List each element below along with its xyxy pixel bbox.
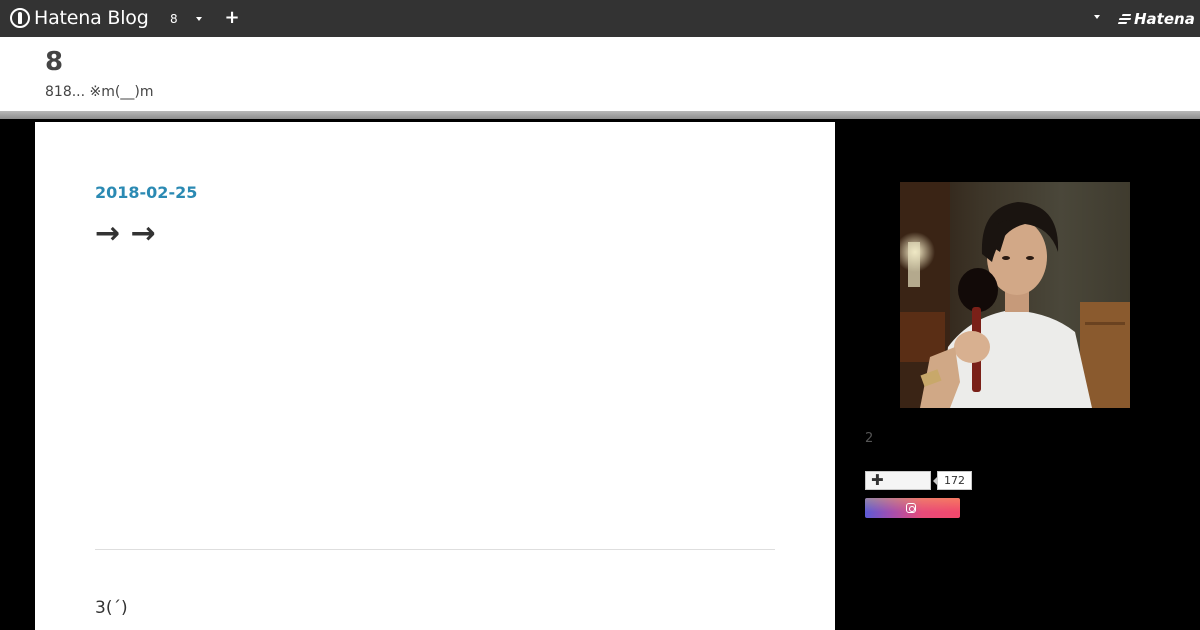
entry-title[interactable]: → → <box>95 214 156 254</box>
sidebar: 2 ✚ 172 <box>835 122 1200 630</box>
instagram-icon <box>906 503 916 513</box>
subscribe-button[interactable]: ✚ <box>865 471 931 490</box>
hatena-mark-icon <box>1117 13 1132 25</box>
entry-body-text: 3(´) <box>95 598 128 618</box>
blog-switcher-label: 8 <box>170 11 178 26</box>
subscriber-count: 172 <box>933 471 972 490</box>
new-post-button[interactable]: + <box>223 8 241 28</box>
profile-avatar[interactable] <box>900 182 1130 408</box>
blog-header: 8 818... ※m(__)m <box>0 37 1200 111</box>
header-divider <box>0 111 1200 119</box>
instagram-button[interactable] <box>865 498 960 518</box>
user-menu-chevron-down-icon[interactable] <box>1094 15 1100 19</box>
blog-description: 818... ※m(__)m <box>45 84 154 100</box>
blog-switcher[interactable]: 8 <box>170 10 202 27</box>
plus-icon: + <box>224 7 240 28</box>
profile-name[interactable]: 2 <box>865 431 873 446</box>
global-header: Hatena Blog 8 + Hatena <box>0 0 1200 37</box>
hatena-blog-logo-link[interactable]: Hatena Blog <box>10 7 149 29</box>
hatena-logo-label: Hatena <box>1134 10 1195 28</box>
plus-icon: ✚ <box>871 471 884 489</box>
subscribe-widget: ✚ 172 <box>865 471 972 490</box>
brand-label: Hatena Blog <box>34 7 149 29</box>
hatena-logo-link[interactable]: Hatena <box>1117 9 1195 29</box>
blog-title[interactable]: 8 <box>45 47 63 77</box>
chevron-down-icon <box>195 16 202 21</box>
main-content: 2018-02-25 → → 3(´) <box>35 122 835 630</box>
entry-divider <box>95 549 775 550</box>
entry-date-link[interactable]: 2018-02-25 <box>95 183 197 202</box>
hatena-blog-icon <box>10 8 30 28</box>
